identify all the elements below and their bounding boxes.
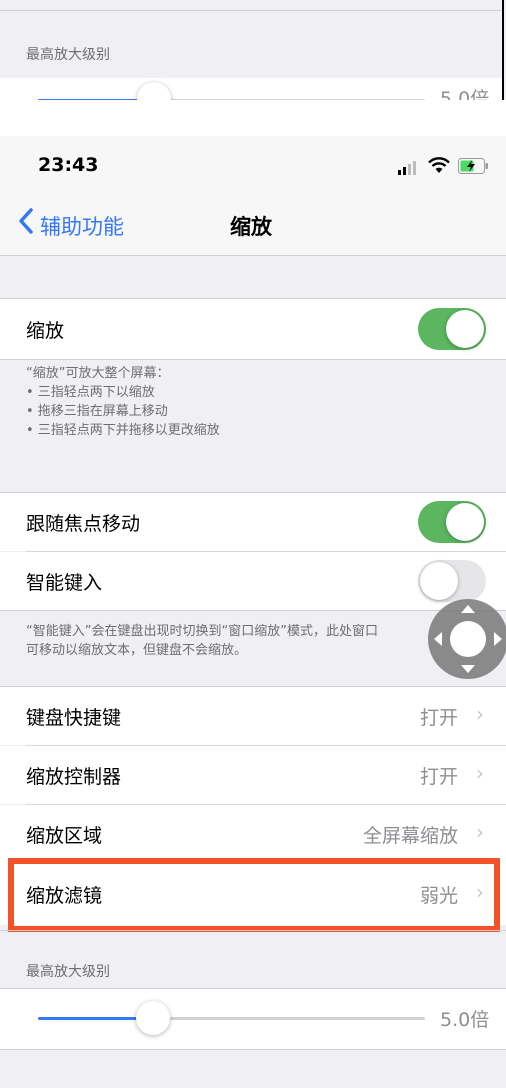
settings-row-label: 缩放区域 <box>26 825 103 847</box>
highlight-box <box>8 858 500 932</box>
follow-focus-toggle[interactable] <box>418 501 486 543</box>
settings-row-label: 缩放控制器 <box>26 766 122 788</box>
chevron-right-icon: › <box>476 702 484 726</box>
smart-typing-footer: “智能键入”会在键盘出现时切换到“窗口缩放”模式，此处窗口 可移动以缩放文本，但… <box>26 624 378 658</box>
top-clip-slider-row: 5.0倍 <box>0 78 502 100</box>
status-time: 23:43 <box>38 154 99 176</box>
zoom-row: 缩放 <box>0 299 506 359</box>
divider <box>0 10 502 11</box>
max-zoom-slider-thumb[interactable] <box>136 1001 170 1035</box>
navigation-header: 23:43 辅助功能 缩放 <box>0 136 506 256</box>
direction-arrows-icon <box>434 605 502 673</box>
follow-focus-label: 跟随焦点移动 <box>26 513 141 535</box>
back-chevron-icon[interactable] <box>18 208 34 238</box>
settings-row[interactable]: 键盘快捷键 打开 › <box>0 687 506 745</box>
slider-track <box>170 99 425 100</box>
divider <box>0 930 506 931</box>
zoom-label: 缩放 <box>26 320 65 342</box>
battery-charging-icon <box>458 158 490 178</box>
slider-thumb[interactable] <box>137 82 171 100</box>
toggle-knob <box>446 310 484 348</box>
zoom-footer: “缩放”可放大整个屏幕： • 三指轻点两下以缩放 • 拖移三指在屏幕上移动 • … <box>26 366 220 438</box>
wifi-icon <box>428 157 450 178</box>
back-button[interactable]: 辅助功能 <box>40 211 124 241</box>
chevron-right-icon: › <box>476 820 484 844</box>
max-zoom-value: 5.0倍 <box>440 1009 490 1031</box>
divider <box>0 255 506 256</box>
settings-row[interactable]: 缩放区域 全屏幕缩放 › <box>0 805 506 861</box>
divider <box>0 1049 506 1050</box>
toggle-knob <box>420 562 458 600</box>
max-zoom-row: 5.0倍 <box>0 989 506 1049</box>
slider-fill <box>38 99 138 100</box>
zoom-toggle[interactable] <box>418 308 486 350</box>
settings-row[interactable]: 缩放控制器 打开 › <box>0 746 506 804</box>
follow-focus-row: 跟随焦点移动 <box>0 493 506 551</box>
slider-track <box>170 1017 425 1020</box>
signal-icon <box>398 160 420 179</box>
zoom-controller[interactable] <box>428 599 506 679</box>
settings-row-label: 键盘快捷键 <box>26 707 122 729</box>
settings-row-value: 打开 <box>419 766 458 788</box>
settings-row-value: 打开 <box>419 707 458 729</box>
top-clip-header: 最高放大级别 <box>26 47 110 63</box>
toggle-knob <box>446 503 484 541</box>
slider-fill <box>38 1017 138 1020</box>
top-clip-card: 最高放大级别 5.0倍 <box>0 0 504 100</box>
chevron-right-icon: › <box>476 761 484 785</box>
smart-typing-label: 智能键入 <box>26 572 103 594</box>
smart-typing-toggle[interactable] <box>418 560 486 602</box>
page-title: 缩放 <box>230 215 272 239</box>
top-clip-value: 5.0倍 <box>440 88 490 100</box>
settings-row-value: 全屏幕缩放 <box>362 825 458 847</box>
max-zoom-header: 最高放大级别 <box>26 964 110 980</box>
divider <box>0 359 506 360</box>
